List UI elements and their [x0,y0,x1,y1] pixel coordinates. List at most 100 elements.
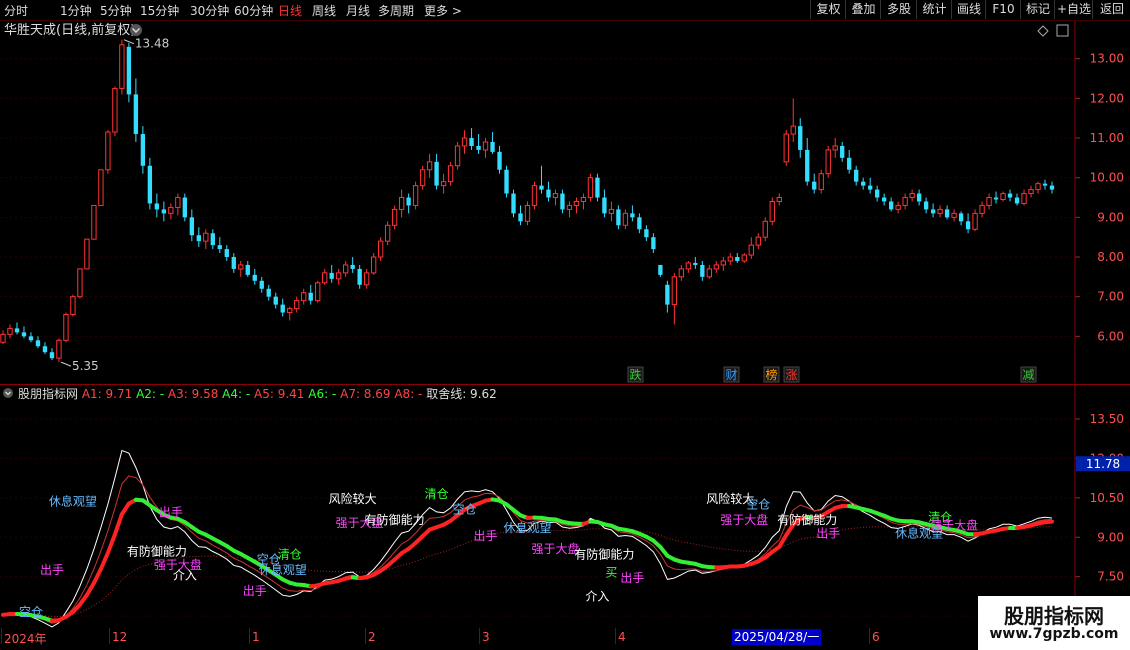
timeframe-tab-10[interactable]: 更多 > [424,2,462,19]
candle-body [217,245,222,250]
toolbar-button-1[interactable]: 叠加 [845,0,881,19]
event-marker-text: 榜 [765,367,777,382]
toolbar-button-0[interactable]: 复权 [810,0,846,19]
price-tick-label: 13.00 [1090,52,1124,66]
candle-body [587,177,594,199]
title-menu-icon[interactable] [130,24,142,36]
candle-body [881,197,887,202]
candle-body [727,256,733,262]
toolbar-button-7[interactable]: +自选 [1054,0,1093,19]
candle-body [923,201,929,210]
candle-body [412,185,419,206]
candle-body [447,165,454,183]
candle-body [56,339,62,359]
toolbar-button-4[interactable]: 画线 [951,0,986,19]
indicator-menu-icon[interactable] [3,388,13,398]
candle-body [238,264,244,270]
date-tick [109,628,110,644]
legend-item: A5: 9.41 [254,387,308,401]
candle-body [644,229,649,238]
toolbar-button-5[interactable]: F10 [985,0,1021,19]
candle-body [608,208,615,214]
candle-body [287,308,293,314]
candle-body [902,197,908,206]
candle-body [916,193,922,202]
candle-body [979,204,985,214]
candle-body [580,197,587,202]
indicator-tick-label: 13.50 [1090,412,1124,426]
date-label: 4 [618,630,626,644]
candle-body [1021,193,1027,204]
candle-body [497,151,502,170]
candle-body [476,145,481,150]
timeframe-tab-0[interactable]: 分时 [4,2,28,19]
date-label: 1 [252,630,260,644]
toolbar-button-6[interactable]: 标记 [1020,0,1055,19]
event-marker-text: 跌 [629,367,641,382]
candle-body [847,157,852,170]
candle-body [168,206,174,214]
candle-body [154,203,160,210]
timeframe-tab-7[interactable]: 周线 [312,2,336,19]
price-tick-label: 9.00 [1097,210,1124,224]
toolbar-button-2[interactable]: 多股 [880,0,917,19]
signal-label: 出手 [243,584,267,598]
candle-body [566,204,573,210]
legend-item: A4: - [222,387,254,401]
candle-body [504,169,509,194]
date-label: 3 [482,630,490,644]
signal-label: 有防御能力 [574,546,634,561]
timeframe-tab-8[interactable]: 月线 [346,2,370,19]
toolbar-button-3[interactable]: 统计 [916,0,952,19]
timeframe-tab-1[interactable]: 1分钟 [60,2,92,19]
candle-body [602,197,607,214]
candle-body [854,169,859,182]
candle-body [77,268,83,298]
candle-body [426,161,433,171]
indicator-chart[interactable]: 休息观望出手空仓出手有防御能力强于大盘介入出手空仓清仓休息观望风险较大强于大盘有… [0,384,1130,628]
timeframe-tab-4[interactable]: 30分钟 [190,2,229,19]
candle-body [769,200,775,222]
signal-label: 空仓 [746,497,770,511]
candle-body [21,332,27,337]
timeframe-tab-9[interactable]: 多周期 [378,2,414,19]
date-tick [615,628,616,644]
candle-body [861,181,866,186]
candle-body [252,274,257,281]
date-label: 2024年 [4,632,47,646]
candle-body [49,352,55,359]
signal-label: 清仓 [425,487,449,501]
timeframe-tab-5[interactable]: 60分钟 [234,2,273,19]
indicator-name: 股朋指标网 [18,386,82,401]
candle-body [874,189,880,198]
candle-body [147,165,153,204]
candle-body [419,169,426,187]
timeframe-tab-6[interactable]: 日线 [278,2,302,19]
price-chart[interactable]: 6.00 7.00 8.00 9.00 10.00 11.00 12.00 13.00 13.… [0,21,1130,383]
candle-body [1042,183,1048,186]
candle-body [630,213,635,218]
candle-body [825,149,831,175]
indicator-tick-label: 9.00 [1097,530,1124,544]
candle-body [196,235,201,242]
candle-body [350,264,355,269]
signal-label: 休息观望 [503,520,551,535]
signal-label: 出手 [474,529,498,543]
selected-date[interactable]: 2025/04/28/一 [732,629,822,645]
toolbar-button-8[interactable]: 返回 [1092,0,1130,19]
candle-body [944,209,950,218]
candle-body [440,181,447,187]
candle-body [461,137,468,147]
date-tick [249,628,250,644]
date-tick [869,628,870,644]
candle-body [951,212,957,218]
indicator-legend: 股朋指标网 A1: 9.71 A2: - A3: 9.58 A4: - A5: … [18,386,497,401]
candle-body [972,212,978,230]
candle-body [469,138,474,146]
indicator-tick-label: 10.50 [1090,491,1124,505]
candle-body [888,201,894,210]
candle-body [965,221,971,230]
timeframe-tab-3[interactable]: 15分钟 [140,2,179,19]
candle-body [909,193,915,199]
timeframe-tab-2[interactable]: 5分钟 [100,2,132,19]
